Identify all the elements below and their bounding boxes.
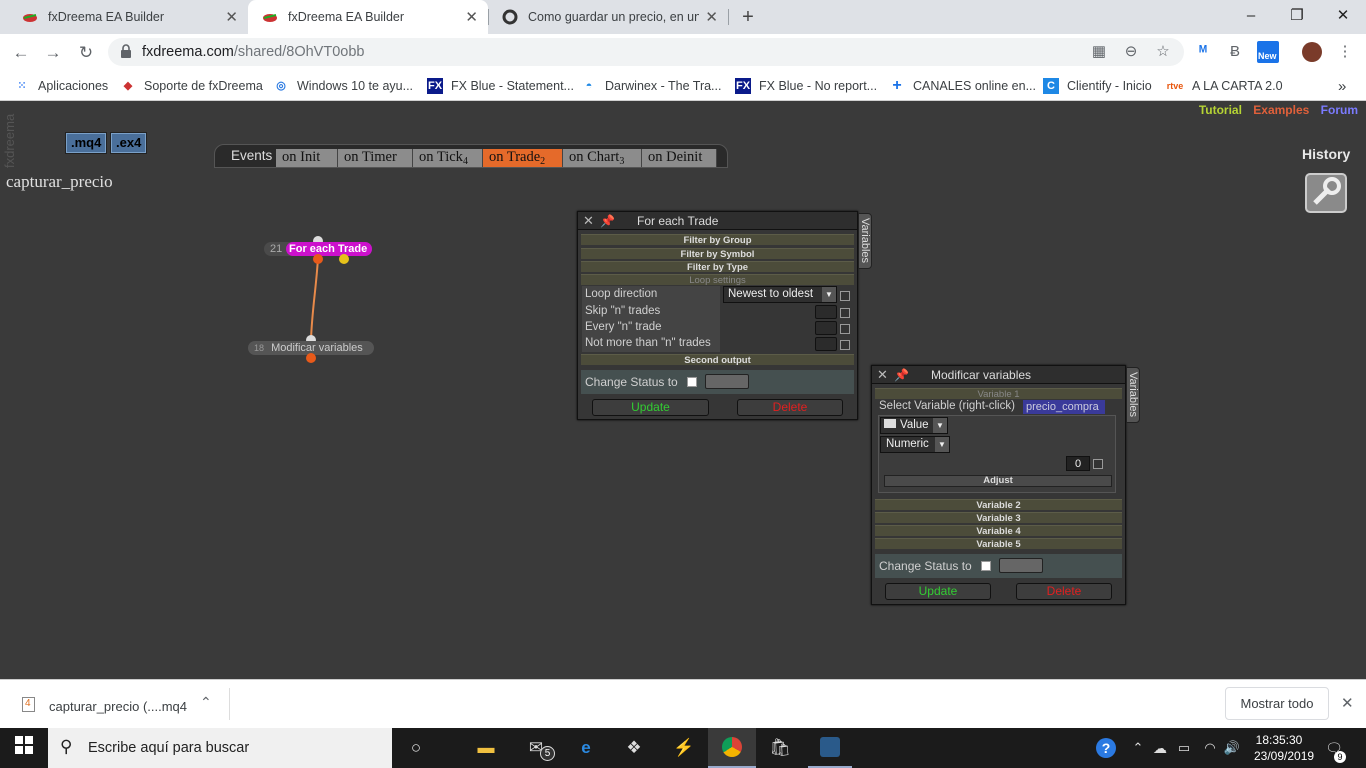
loop-direction-label: Loop direction bbox=[585, 288, 658, 300]
change-status-label: Change Status to bbox=[879, 559, 972, 573]
close-download-bar-icon[interactable]: ✕ bbox=[1341, 694, 1354, 712]
store-icon[interactable]: 🛍 bbox=[766, 736, 794, 760]
node-label: Modificar variables bbox=[271, 342, 363, 354]
status-color-box[interactable] bbox=[705, 374, 749, 389]
every-trade-label: Every "n" trade bbox=[585, 321, 662, 333]
battery-icon[interactable]: ▭ bbox=[1170, 736, 1198, 760]
select-value: Value bbox=[900, 419, 929, 431]
section-filter-symbol[interactable]: Filter by Symbol bbox=[581, 248, 854, 260]
for-each-panel: ✕ 📌 For each Trade Filter by Group Filte… bbox=[577, 211, 858, 420]
node-id: 21 bbox=[270, 243, 283, 255]
skip-trades-label: Skip "n" trades bbox=[585, 305, 661, 317]
search-icon: ⚲ bbox=[60, 737, 73, 756]
every-trade-input[interactable] bbox=[815, 321, 837, 335]
download-bar: 4 capturar_precio (....mq4 ⌃ Mostrar tod… bbox=[0, 679, 1366, 728]
show-all-button[interactable]: Mostrar todo bbox=[1225, 687, 1329, 720]
checkbox[interactable] bbox=[840, 324, 850, 334]
delete-button[interactable]: Delete bbox=[1016, 583, 1112, 600]
node-id: 18 bbox=[254, 343, 265, 353]
max-trades-label: Not more than "n" trades bbox=[585, 337, 711, 349]
variable-5-header[interactable]: Variable 5 bbox=[875, 538, 1122, 550]
change-status-checkbox[interactable] bbox=[981, 561, 991, 571]
value-icon bbox=[884, 419, 896, 428]
node-output-dot[interactable] bbox=[306, 353, 316, 363]
value-input[interactable]: 0 bbox=[1066, 456, 1090, 471]
date: 23/09/2019 bbox=[1254, 749, 1315, 763]
modify-variables-panel: ✕ 📌 Modificar variables Variable 1 Selec… bbox=[871, 365, 1126, 605]
chevron-down-icon: ▼ bbox=[935, 437, 949, 452]
section-filter-group[interactable]: Filter by Group bbox=[581, 234, 854, 246]
time: 18:35:30 bbox=[1255, 733, 1303, 747]
skip-trades-input[interactable] bbox=[815, 305, 837, 319]
search-placeholder: Escribe aquí para buscar bbox=[88, 740, 250, 756]
file-icon: 4 bbox=[22, 697, 35, 712]
file-explorer-icon[interactable]: ▬ bbox=[472, 736, 500, 760]
section-second-output[interactable]: Second output bbox=[581, 354, 854, 366]
variables-side-tab[interactable]: Variables bbox=[1126, 367, 1140, 423]
divider bbox=[229, 688, 230, 720]
chevron-down-icon: ▼ bbox=[933, 418, 947, 433]
close-icon[interactable]: ✕ bbox=[877, 366, 888, 384]
windows-start-icon[interactable] bbox=[10, 736, 38, 760]
checkbox[interactable] bbox=[840, 340, 850, 350]
close-icon[interactable]: ✕ bbox=[583, 212, 594, 230]
variable-2-header[interactable]: Variable 2 bbox=[875, 499, 1122, 511]
variables-side-tab[interactable]: Variables bbox=[858, 213, 872, 269]
change-status-checkbox[interactable] bbox=[687, 377, 697, 387]
panel-header: ✕ 📌 Modificar variables bbox=[872, 366, 1125, 384]
update-button[interactable]: Update bbox=[885, 583, 991, 600]
dropbox-icon[interactable]: ❖ bbox=[620, 736, 648, 760]
vscode-icon[interactable]: ⚡ bbox=[670, 736, 698, 760]
notifications-badge: 9 bbox=[1334, 751, 1346, 763]
edge-icon[interactable]: e bbox=[572, 736, 600, 760]
node-output2-dot[interactable] bbox=[339, 254, 349, 264]
selected-variable-field[interactable]: precio_compra bbox=[1023, 400, 1105, 414]
loop-direction-select[interactable]: Newest to oldest ▼ bbox=[723, 286, 837, 303]
checkbox[interactable] bbox=[840, 291, 850, 301]
variable-1-header[interactable]: Variable 1 bbox=[875, 388, 1122, 400]
delete-button[interactable]: Delete bbox=[737, 399, 843, 416]
mail-badge: 5 bbox=[540, 746, 555, 761]
node-output-dot[interactable] bbox=[313, 254, 323, 264]
panel-title: Modificar variables bbox=[931, 368, 1032, 382]
help-icon[interactable]: ? bbox=[1096, 738, 1116, 758]
adjust-button[interactable]: Adjust bbox=[884, 475, 1112, 487]
select-value: Numeric bbox=[886, 438, 929, 450]
variable-3-header[interactable]: Variable 3 bbox=[875, 512, 1122, 524]
node-label: For each Trade bbox=[286, 242, 372, 256]
pin-icon[interactable]: 📌 bbox=[894, 366, 909, 384]
variable-4-header[interactable]: Variable 4 bbox=[875, 525, 1122, 537]
section-filter-type[interactable]: Filter by Type bbox=[581, 261, 854, 273]
checkbox[interactable] bbox=[1093, 459, 1103, 469]
download-file-name[interactable]: capturar_precio (....mq4 bbox=[49, 699, 187, 714]
status-color-box[interactable] bbox=[999, 558, 1043, 573]
connection-line bbox=[310, 257, 319, 341]
chrome-icon bbox=[722, 737, 742, 757]
file-icon-mark: 4 bbox=[25, 698, 31, 709]
chrome-taskbar-active[interactable] bbox=[708, 728, 756, 768]
max-trades-input[interactable] bbox=[815, 337, 837, 351]
panel-header: ✕ 📌 For each Trade bbox=[578, 212, 857, 230]
update-button[interactable]: Update bbox=[592, 399, 709, 416]
volume-icon[interactable]: 🔊 bbox=[1218, 736, 1246, 760]
change-status-label: Change Status to bbox=[585, 375, 678, 389]
panel-title: For each Trade bbox=[637, 214, 719, 228]
pin-icon[interactable]: 📌 bbox=[600, 212, 615, 230]
select-value: Newest to oldest bbox=[728, 288, 814, 300]
value-type-select[interactable]: Numeric ▼ bbox=[880, 436, 950, 453]
value-mode-select[interactable]: Value ▼ bbox=[880, 417, 948, 434]
clock[interactable]: 18:35:30 23/09/2019 bbox=[1254, 732, 1315, 764]
select-variable-label: Select Variable (right-click) bbox=[879, 400, 1015, 412]
app-taskbar-item[interactable] bbox=[808, 728, 852, 768]
taskbar-search[interactable]: ⚲ Escribe aquí para buscar bbox=[48, 728, 392, 768]
owl-app-icon bbox=[820, 737, 840, 757]
section-loop-settings: Loop settings bbox=[581, 274, 854, 286]
chevron-down-icon: ▼ bbox=[822, 287, 836, 302]
checkbox[interactable] bbox=[840, 308, 850, 318]
chevron-up-icon[interactable]: ⌃ bbox=[200, 694, 212, 711]
task-view-icon[interactable]: ○ bbox=[402, 736, 430, 760]
